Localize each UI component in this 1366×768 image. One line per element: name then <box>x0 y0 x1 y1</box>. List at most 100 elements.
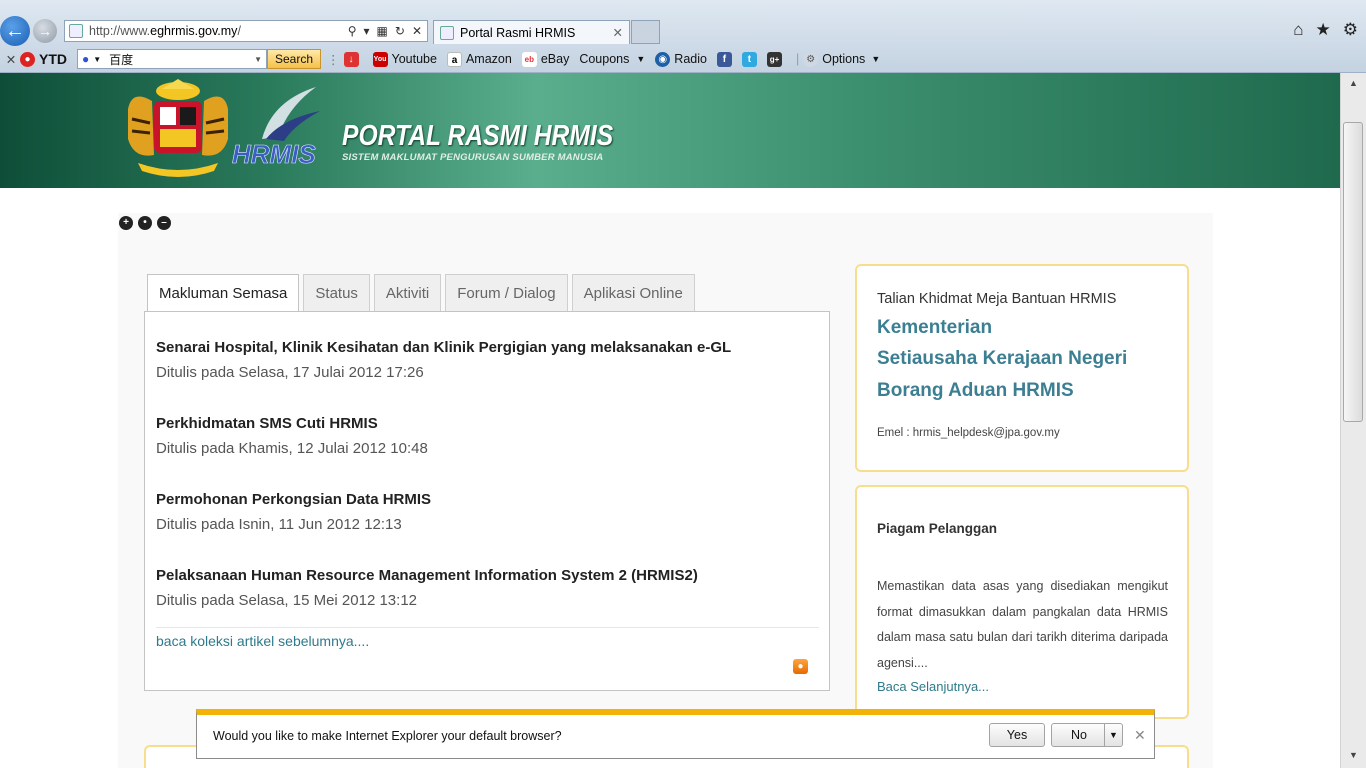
news-title-link[interactable]: Pelaksanaan Human Resource Management In… <box>156 567 698 584</box>
font-increase-icon[interactable]: + <box>119 216 133 230</box>
toolbar-separator-icon: | <box>795 52 800 66</box>
news-date: Ditulis pada Isnin, 11 Jun 2012 12:13 <box>156 516 402 533</box>
portal-title: PORTAL RASMI HRMIS <box>342 120 614 152</box>
portal-subtitle: SISTEM MAKLUMAT PENGURUSAN SUMBER MANUSI… <box>342 152 604 163</box>
gear-icon: ⚙ <box>803 51 819 67</box>
arrow-left-icon: ← <box>5 19 25 42</box>
news-date: Ditulis pada Selasa, 15 Mei 2012 13:12 <box>156 592 418 609</box>
amazon-icon: a <box>446 51 462 67</box>
addon-toolbar: ✕ ● YTD ● ▼ 百度 ▼ Search ⋮ ↓ You Youtube a… <box>0 47 1366 71</box>
new-tab-button[interactable] <box>631 20 660 44</box>
favorites-star-icon[interactable]: ★ <box>1316 20 1331 40</box>
news-item: Permohonan Perkongsian Data HRMIS Dituli… <box>156 491 431 533</box>
options-menu[interactable]: ⚙ Options ▼ <box>803 51 881 67</box>
search-provider-input[interactable]: ● ▼ 百度 ▼ <box>77 49 267 69</box>
helpdesk-link-borang-aduan[interactable]: Borang Aduan HRMIS <box>877 380 1074 402</box>
tab-aktiviti[interactable]: Aktiviti <box>373 274 442 311</box>
browser-chrome: ← → http://www.eghrmis.gov.my/ ⚲ ▾ ▦ ↻ ✕… <box>0 0 1366 73</box>
helpdesk-title: Talian Khidmat Meja Bantuan HRMIS <box>877 291 1117 307</box>
youtube-icon: You <box>372 51 388 67</box>
chevron-down-icon: ▼ <box>636 54 646 64</box>
close-tab-icon[interactable]: ✕ <box>613 25 623 40</box>
news-date: Ditulis pada Selasa, 17 Julai 2012 17:26 <box>156 364 424 381</box>
scrollbar-thumb[interactable] <box>1343 122 1363 422</box>
google-plus-link[interactable]: g+ <box>766 51 786 67</box>
tab-title: Portal Rasmi HRMIS <box>460 25 576 40</box>
facebook-link[interactable]: f <box>716 51 736 67</box>
tab-aplikasi-online[interactable]: Aplikasi Online <box>571 274 695 311</box>
site-favicon-icon <box>69 24 83 38</box>
no-button[interactable]: No ▼ <box>1051 723 1123 747</box>
news-date: Ditulis pada Khamis, 12 Julai 2012 10:48 <box>156 440 428 457</box>
chevron-down-icon[interactable]: ▼ <box>254 55 262 64</box>
coupons-menu[interactable]: Coupons ▼ <box>579 52 645 66</box>
content-tabs: Makluman Semasa Status Aktiviti Forum / … <box>147 274 695 312</box>
ebay-link[interactable]: eb eBay <box>521 51 569 67</box>
ytd-icon: ● <box>20 51 35 67</box>
search-provider-dropdown-icon[interactable]: ▼ <box>93 55 101 64</box>
baidu-paw-icon: ● <box>82 52 90 66</box>
helpdesk-link-kementerian[interactable]: Kementerian <box>877 317 992 339</box>
compatibility-view-icon[interactable]: ▦ <box>377 24 388 38</box>
news-item: Senarai Hospital, Klinik Kesihatan dan K… <box>156 339 731 381</box>
youtube-link[interactable]: You Youtube <box>372 51 437 67</box>
close-toolbar-icon[interactable]: ✕ <box>2 52 20 67</box>
settings-gear-icon[interactable]: ⚙ <box>1343 20 1358 40</box>
address-url[interactable]: http://www.eghrmis.gov.my/ <box>89 24 241 38</box>
helpdesk-email: Emel : hrmis_helpdesk@jpa.gov.my <box>877 427 1060 439</box>
arrow-right-icon: → <box>38 23 52 39</box>
dropdown-arrow-icon[interactable]: ▾ <box>364 24 370 38</box>
news-title-link[interactable]: Permohonan Perkongsian Data HRMIS <box>156 491 431 508</box>
scroll-up-arrow-icon[interactable]: ▲ <box>1341 73 1366 93</box>
more-articles-link[interactable]: baca koleksi artikel sebelumnya.... <box>156 633 369 649</box>
toolbar-separator-icon: ⋮ <box>327 52 340 67</box>
divider <box>156 627 819 628</box>
helpdesk-box: Talian Khidmat Meja Bantuan HRMIS Kement… <box>855 264 1189 472</box>
close-notification-icon[interactable]: ✕ <box>1134 727 1146 744</box>
chevron-down-icon: ▼ <box>871 54 881 64</box>
news-item: Perkhidmatan SMS Cuti HRMIS Ditulis pada… <box>156 415 428 457</box>
search-icon[interactable]: ⚲ <box>348 24 357 38</box>
tab-makluman-semasa[interactable]: Makluman Semasa <box>147 274 300 312</box>
news-title-link[interactable]: Senarai Hospital, Klinik Kesihatan dan K… <box>156 339 731 356</box>
notification-text: Would you like to make Internet Explorer… <box>213 729 562 743</box>
read-more-link[interactable]: Baca Selanjutnya... <box>877 679 989 694</box>
download-icon: ↓ <box>343 51 359 67</box>
back-button[interactable]: ← <box>0 16 30 46</box>
browser-tab-portal[interactable]: Portal Rasmi HRMIS ✕ <box>433 20 630 44</box>
address-bar[interactable]: http://www.eghrmis.gov.my/ ⚲ ▾ ▦ ↻ ✕ <box>64 20 428 42</box>
google-plus-icon: g+ <box>766 51 782 67</box>
ebay-icon: eb <box>521 51 537 67</box>
rss-feed-icon[interactable]: ● <box>793 659 808 674</box>
logo-text: HRMIS <box>232 139 316 169</box>
chevron-down-icon[interactable]: ▼ <box>1104 724 1122 746</box>
download-button[interactable]: ↓ <box>343 51 363 67</box>
customer-charter-box: Piagam Pelanggan Memastikan data asas ya… <box>855 485 1189 719</box>
scroll-down-arrow-icon[interactable]: ▼ <box>1341 745 1366 765</box>
ytd-button[interactable]: ● YTD <box>20 51 67 67</box>
malaysia-coat-of-arms-icon <box>128 79 228 177</box>
facebook-icon: f <box>716 51 732 67</box>
font-reset-icon[interactable]: • <box>138 216 152 230</box>
home-icon[interactable]: ⌂ <box>1293 20 1303 40</box>
charter-text: Memastikan data asas yang disediakan men… <box>877 579 1168 670</box>
toolbar-search-button[interactable]: Search <box>267 49 322 69</box>
default-browser-notification: Would you like to make Internet Explorer… <box>196 709 1155 759</box>
radio-link[interactable]: ◉ Radio <box>655 51 707 67</box>
forward-button[interactable]: → <box>33 19 57 43</box>
helpdesk-link-setiausaha[interactable]: Setiausaha Kerajaan Negeri <box>877 348 1127 370</box>
news-panel: Senarai Hospital, Klinik Kesihatan dan K… <box>144 311 830 691</box>
font-decrease-icon[interactable]: – <box>157 216 171 230</box>
amazon-link[interactable]: a Amazon <box>446 51 512 67</box>
stop-icon[interactable]: ✕ <box>412 24 422 38</box>
twitter-link[interactable]: t <box>741 51 761 67</box>
tab-favicon-icon <box>440 25 454 40</box>
hrmis-logo-icon: HRMIS <box>232 87 320 169</box>
news-title-link[interactable]: Perkhidmatan SMS Cuti HRMIS <box>156 415 428 432</box>
tab-forum-dialog[interactable]: Forum / Dialog <box>445 274 568 311</box>
refresh-icon[interactable]: ↻ <box>395 24 405 38</box>
radio-icon: ◉ <box>655 51 671 67</box>
yes-button[interactable]: Yes <box>989 723 1045 747</box>
tab-status[interactable]: Status <box>303 274 370 311</box>
no-button-label: No <box>1071 728 1087 742</box>
